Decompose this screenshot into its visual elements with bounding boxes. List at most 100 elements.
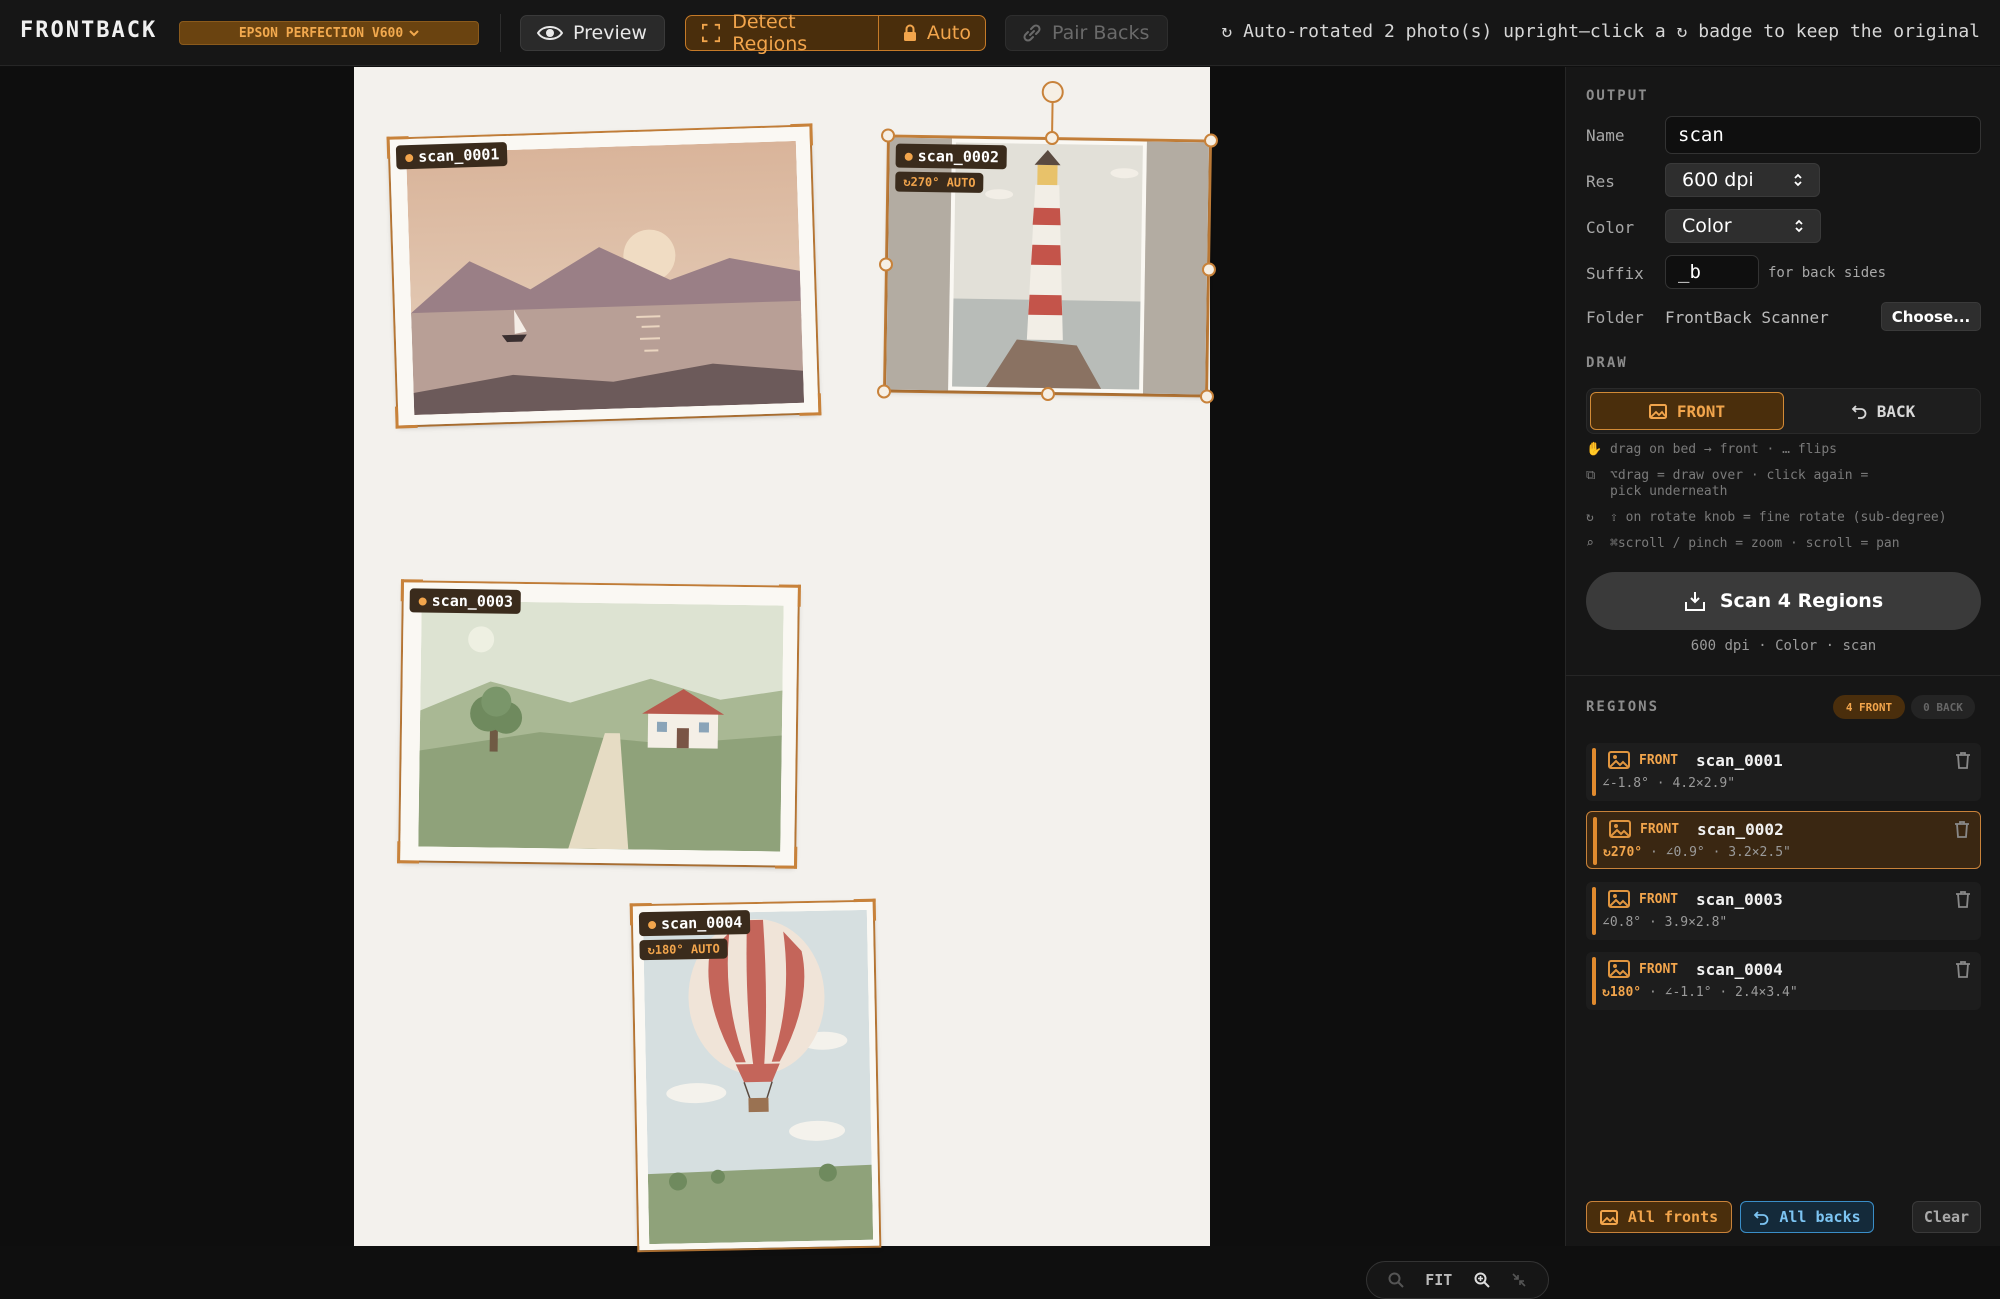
resize-handle[interactable]	[1199, 389, 1215, 404]
all-fronts-button[interactable]: All fronts	[1586, 1201, 1732, 1233]
region-scan-0001[interactable]: scan_0001	[386, 123, 822, 429]
region-scan-0003[interactable]: scan_0003	[397, 579, 801, 869]
hint-text: ⌘scroll / pinch = zoom · scroll = pan	[1610, 536, 1900, 551]
all-backs-button[interactable]: All backs	[1740, 1201, 1874, 1233]
canvas-area[interactable]: scan_0001 scan_0002 ↻270° AUTO scan_0003…	[0, 67, 1565, 1299]
region-meta: ↻270° · ∠0.9° · 3.2×2.5"	[1603, 845, 1791, 860]
corner-handle[interactable]	[629, 902, 653, 926]
name-input-value: scan	[1678, 124, 1724, 146]
zoom-icon: ⌕	[1586, 536, 1594, 551]
detect-regions-label: Detect Regions	[732, 11, 808, 55]
zoom-fit-button[interactable]: FIT	[1425, 1271, 1452, 1289]
region-list-item-selected[interactable]: FRONT scan_0002 ↻270° · ∠0.9° · 3.2×2.5"	[1586, 811, 1981, 869]
photo-image	[418, 600, 784, 852]
trash-icon[interactable]	[1955, 960, 1971, 978]
scanner-select[interactable]: EPSON PERFECTION V600	[179, 21, 479, 45]
resize-handle[interactable]	[1040, 386, 1056, 402]
corner-handle[interactable]	[775, 846, 798, 869]
draw-back-button[interactable]: BACK	[1787, 392, 1979, 430]
region-kind: FRONT	[1639, 962, 1679, 977]
front-count-badge: 4 FRONT	[1833, 695, 1905, 719]
undo-arrow-icon	[1851, 404, 1867, 419]
region-dimensions: · ∠0.9° · 3.2×2.5"	[1642, 845, 1791, 860]
region-name: scan_0003	[1696, 890, 1783, 909]
scanner-bed[interactable]: scan_0001 scan_0002 ↻270° AUTO scan_0003…	[354, 67, 1219, 1253]
hint-text: ⌥drag = draw over · click again = pick u…	[1610, 468, 1868, 500]
region-list-item[interactable]: FRONT scan_0004 ↻180° · ∠-1.1° · 2.4×3.4…	[1586, 952, 1981, 1010]
zoom-controls: FIT	[1366, 1261, 1549, 1299]
image-icon	[1609, 820, 1631, 838]
scan-frame-icon	[702, 23, 721, 43]
hint-line: pick underneath	[1610, 484, 1728, 499]
region-label: scan_0002	[895, 143, 1008, 170]
region-list-item[interactable]: FRONT scan_0003 ∠0.8° · 3.9×2.8"	[1586, 882, 1981, 940]
hint-text: drag on bed → front · … flips	[1610, 442, 1837, 457]
trash-icon[interactable]	[1955, 890, 1971, 908]
color-select[interactable]: Color	[1665, 209, 1821, 243]
rotation-badge[interactable]: ↻180° AUTO	[639, 938, 728, 961]
preview-button[interactable]: Preview	[520, 15, 665, 51]
region-list-item[interactable]: FRONT scan_0001 ∠-1.8° · 4.2×2.9"	[1586, 743, 1981, 801]
region-scan-0004[interactable]: scan_0004 ↻180° AUTO	[629, 898, 882, 1253]
region-color-bar	[1593, 817, 1597, 865]
zoom-out-icon[interactable]	[1388, 1272, 1404, 1288]
rotate-knob[interactable]	[1041, 80, 1064, 104]
draw-mode-toggle: FRONT BACK	[1586, 388, 1981, 434]
region-name: scan_0002	[1697, 820, 1784, 839]
rotate-icon: ↻	[1586, 510, 1594, 525]
image-icon	[1608, 890, 1630, 908]
hint-row: ⌕ ⌘scroll / pinch = zoom · scroll = pan	[1586, 536, 1900, 552]
lock-icon	[903, 24, 916, 41]
chevron-down-icon	[409, 30, 419, 37]
corner-handle[interactable]	[778, 584, 801, 607]
updown-chevron-icon	[1794, 173, 1802, 187]
region-meta: ∠-1.8° · 4.2×2.9"	[1602, 776, 1735, 791]
clear-button[interactable]: Clear	[1912, 1201, 1981, 1233]
resize-handle[interactable]	[1203, 133, 1219, 148]
divider	[500, 14, 501, 52]
corner-handle[interactable]	[790, 123, 813, 147]
scan-regions-label: Scan 4 Regions	[1719, 590, 1884, 612]
folder-label: Folder	[1586, 308, 1644, 327]
region-scan-0002[interactable]: scan_0002 ↻270° AUTO	[876, 80, 1219, 404]
corner-handle[interactable]	[853, 898, 877, 922]
draw-front-button[interactable]: FRONT	[1590, 392, 1784, 430]
name-input[interactable]: scan	[1665, 116, 1981, 154]
hint-line: ⌥drag = draw over · click again =	[1610, 468, 1869, 483]
corner-handle[interactable]	[386, 136, 410, 159]
region-name: scan_0004	[1696, 960, 1783, 979]
resolution-value: 600 dpi	[1682, 169, 1754, 191]
region-dimensions: ∠-1.8° · 4.2×2.9"	[1602, 776, 1736, 791]
corner-handle[interactable]	[400, 579, 423, 602]
region-label: scan_0003	[409, 588, 522, 614]
region-label: scan_0001	[395, 141, 508, 170]
draw-back-label: BACK	[1876, 401, 1916, 421]
choose-folder-label: Choose...	[1891, 307, 1971, 326]
region-dimensions: · ∠-1.1° · 2.4×3.4"	[1641, 985, 1798, 1000]
region-rotation: ↻270°	[1603, 845, 1643, 860]
suffix-input[interactable]: _b	[1665, 255, 1759, 289]
collapse-icon[interactable]	[1511, 1272, 1527, 1288]
corner-handle[interactable]	[798, 393, 822, 416]
corner-handle[interactable]	[395, 405, 418, 429]
region-kind: FRONT	[1639, 753, 1679, 768]
pair-backs-button[interactable]: Pair Backs	[1005, 15, 1168, 51]
resize-handle[interactable]	[1201, 262, 1217, 277]
scan-regions-button[interactable]: Scan 4 Regions	[1586, 572, 1981, 630]
color-value: Color	[1682, 215, 1732, 237]
resolution-select[interactable]: 600 dpi	[1665, 163, 1820, 197]
eye-icon	[537, 26, 563, 40]
corner-handle[interactable]	[397, 841, 420, 864]
res-label: Res	[1586, 172, 1615, 191]
zoom-in-icon[interactable]	[1474, 1272, 1490, 1288]
draw-section-title: DRAW	[1586, 355, 1628, 371]
hint-text: ⇧ on rotate knob = fine rotate (sub-degr…	[1610, 510, 1947, 525]
trash-icon[interactable]	[1954, 820, 1970, 838]
detect-regions-button[interactable]: Detect Regions	[686, 11, 879, 55]
auto-toggle[interactable]: Auto	[889, 16, 985, 50]
suffix-label: Suffix	[1586, 264, 1644, 283]
rotation-badge[interactable]: ↻270° AUTO	[895, 171, 984, 193]
trash-icon[interactable]	[1955, 751, 1971, 769]
resize-handle[interactable]	[876, 384, 892, 399]
choose-folder-button[interactable]: Choose...	[1881, 302, 1981, 331]
